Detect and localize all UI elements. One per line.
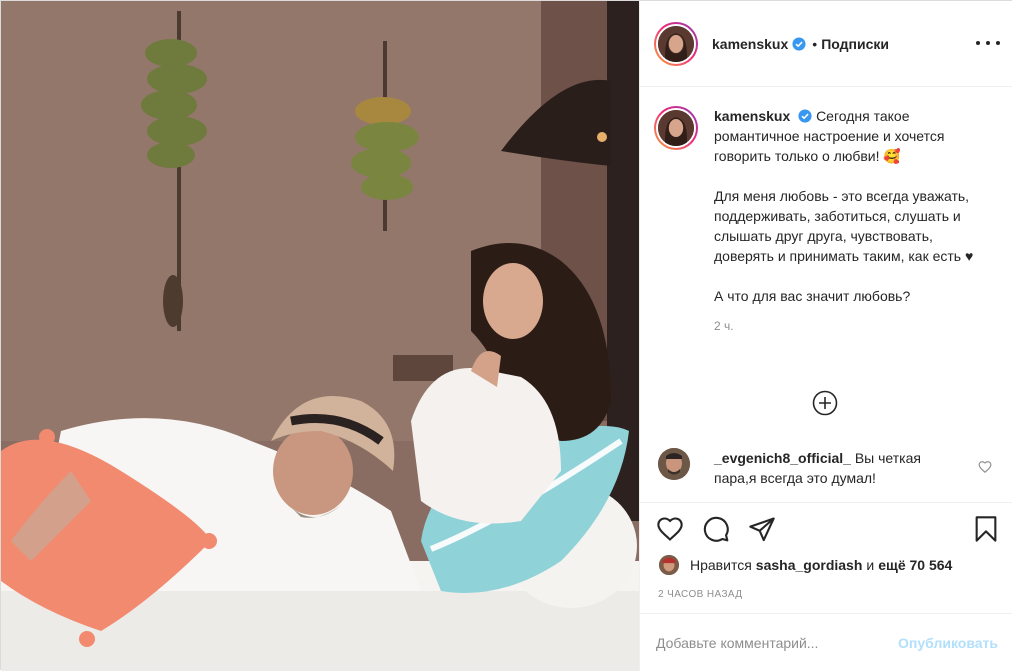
comment-input[interactable] [656,634,899,651]
caption-text: kamenskux Сегодня такое романтичное наст… [714,106,986,334]
post-header: kamenskux • Подписки [640,1,1012,87]
likes-count[interactable]: ещё 70 564 [878,557,952,573]
following-button[interactable]: Подписки [821,36,889,52]
post-side-panel: kamenskux • Подписки kamenskux Сегодня т… [639,1,1012,671]
post-age[interactable]: 2 часов назад [658,589,742,600]
caption-line-2: Для меня любовь - это всегда уважать, по… [714,188,974,264]
caption-line-3: А что для вас значит любовь? [714,288,911,304]
bookmark-icon[interactable] [972,515,1000,543]
comment-item: _evgenich8_official_ Вы четкая пара,я вс… [654,448,1000,488]
post-caption: kamenskux Сегодня такое романтичное наст… [654,106,1000,334]
heart-icon[interactable] [656,515,684,543]
comments-list: kamenskux Сегодня такое романтичное наст… [640,88,1012,502]
author-avatar[interactable] [654,21,698,66]
comment-like-heart-icon[interactable] [978,460,992,474]
post-photo-image [1,1,639,671]
add-comments-icon[interactable] [812,390,838,416]
more-icon[interactable] [976,33,1000,53]
commenter-username[interactable]: _evgenich8_official_ [714,450,851,466]
post-actions [640,502,1012,554]
publish-button[interactable]: Опубликовать [898,635,998,651]
header-separator: • [812,35,818,52]
comment-text: _evgenich8_official_ Вы четкая пара,я вс… [714,448,964,488]
verified-icon [798,109,812,123]
caption-username[interactable]: kamenskux [714,108,790,124]
liker-avatar[interactable] [658,554,680,576]
instagram-post: kamenskux • Подписки kamenskux Сегодня т… [0,0,1012,671]
commenter-avatar[interactable] [658,448,690,480]
author-username[interactable]: kamenskux [712,36,788,52]
likes-summary: Нравится sasha_gordiash и ещё 70 564 [658,553,956,577]
comment-icon[interactable] [702,515,730,543]
liker-username[interactable]: sasha_gordiash [756,557,863,573]
share-icon[interactable] [748,515,776,543]
likes-joiner: и [866,557,875,573]
likes-prefix: Нравится [690,557,752,573]
add-comment-bar: Опубликовать [640,613,1012,671]
verified-icon [792,36,806,51]
caption-time[interactable]: 2 ч. [714,318,986,334]
caption-author-avatar[interactable] [654,106,698,150]
post-photo[interactable] [1,1,639,671]
